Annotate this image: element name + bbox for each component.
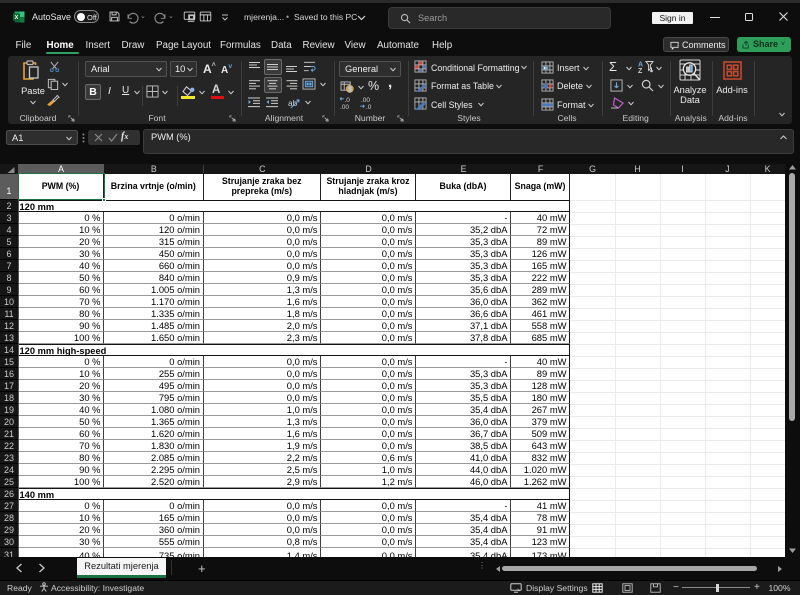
svg-text:.0: .0: [345, 97, 351, 104]
svg-text:X: X: [15, 15, 19, 21]
svg-text:$: $: [348, 86, 352, 93]
svg-text:.00: .00: [340, 104, 349, 109]
svg-text:.00: .00: [361, 97, 370, 104]
svg-text:Z: Z: [638, 68, 643, 73]
svg-text:.0: .0: [366, 104, 372, 109]
